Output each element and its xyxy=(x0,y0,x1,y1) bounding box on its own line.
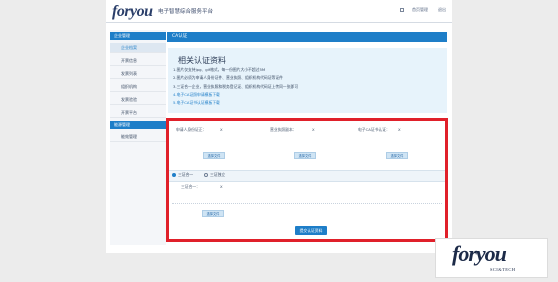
sidebar-item-energy-efficiency[interactable]: 能效管理 xyxy=(110,132,166,142)
header-link-logout[interactable]: 退出 xyxy=(438,7,446,13)
sidebar-item-enterprise-profile[interactable]: 企业档案 xyxy=(110,43,166,53)
combined-cert-label: 三证合一： xyxy=(181,184,200,189)
section-divider xyxy=(172,203,442,204)
business-license-value: X xyxy=(312,127,315,132)
header-link-home-manage[interactable]: 首页管理 xyxy=(412,7,428,13)
system-title: 电子智慧综合服务平台 xyxy=(158,9,214,15)
sidebar-item-invoice-check[interactable]: 发票验验 xyxy=(110,95,166,105)
watermark-subtitle: SCI&TECH xyxy=(490,267,516,272)
ca-cert-upload-button[interactable]: 选择文件 xyxy=(386,152,408,159)
info-heading: 相关认证资料 xyxy=(178,56,226,65)
sidebar-group-energy[interactable]: 能源管理 xyxy=(110,121,166,129)
sidebar-item-invoice-platform[interactable]: 开票平台 xyxy=(110,108,166,118)
submit-button[interactable]: 提交认证资料 xyxy=(295,226,327,235)
info-line-3: 3.三证合一企业，营业执照和税务登记证、组织机构代码证上传同一张即可 xyxy=(173,84,299,89)
template-download-link-1[interactable]: 4.电子CA证照申请模板下载 xyxy=(173,92,220,98)
sidebar-item-invoice-list[interactable]: 发票列表 xyxy=(110,69,166,79)
radio-three-in-one[interactable] xyxy=(172,173,176,177)
sidebar-item-organization[interactable]: 组织机构 xyxy=(110,82,166,92)
watermark-logo: foryou xyxy=(452,241,507,266)
template-download-link-2[interactable]: 5.电子CA证书认证模板下载 xyxy=(173,100,220,106)
radio-three-in-one-label[interactable]: 三证合一 xyxy=(178,172,193,178)
business-license-label: 营业执照副本： xyxy=(270,127,297,132)
header-divider xyxy=(106,22,452,23)
radio-separate[interactable] xyxy=(204,173,208,177)
info-line-2: 2.图片必须为申请人身份证件、营业执照、组织机构代码证等证件 xyxy=(173,75,283,80)
ca-cert-label: 电子CA证书认证： xyxy=(358,127,390,132)
info-line-1: 1.图片仅支持jpg、gif格式，每一份图片大小不超过5M xyxy=(173,67,266,72)
id-card-value: X xyxy=(220,127,223,132)
sidebar-group-enterprise[interactable]: 企业管理 xyxy=(110,32,166,40)
radio-separate-label[interactable]: 三证独立 xyxy=(210,172,225,178)
combined-cert-value: X xyxy=(220,184,223,189)
home-icon[interactable] xyxy=(400,8,404,12)
combined-cert-upload-button[interactable]: 选择文件 xyxy=(202,210,224,217)
ca-cert-value: X xyxy=(398,127,401,132)
business-license-upload-button[interactable]: 选择文件 xyxy=(294,152,316,159)
panel-title: CA认证 xyxy=(167,32,447,42)
sidebar-item-invoice-info[interactable]: 开票信息 xyxy=(110,56,166,66)
id-card-label: 申请人身份证正： xyxy=(176,127,207,132)
id-card-upload-button[interactable]: 选择文件 xyxy=(203,152,225,159)
app-logo[interactable]: foryou xyxy=(112,3,153,21)
